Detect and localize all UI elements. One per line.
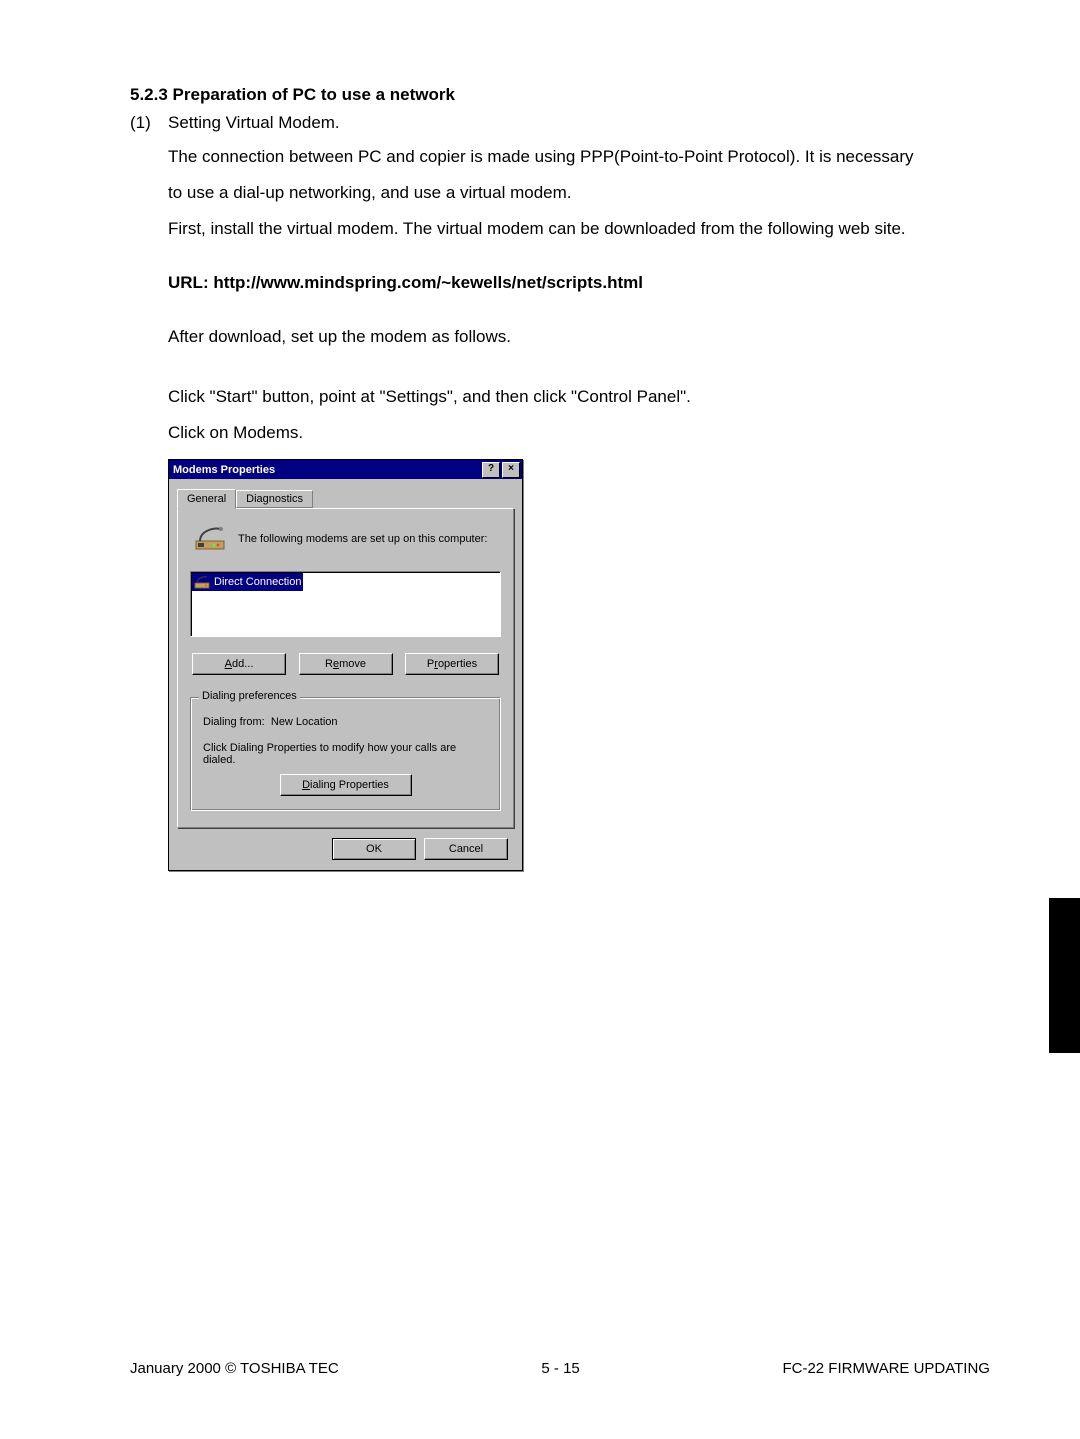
close-button[interactable]: × [502,462,520,478]
dialog-title: Modems Properties [173,464,275,476]
dialog-titlebar: Modems Properties ? × [169,460,522,479]
group-title: Dialing preferences [199,690,300,702]
side-page-tab [1049,898,1080,1053]
page-footer: January 2000 © TOSHIBA TEC 5 - 15 FC-22 … [130,1360,990,1377]
remove-button[interactable]: Remove [299,653,393,675]
footer-left: January 2000 © TOSHIBA TEC [130,1360,339,1377]
paragraph-4: Click "Start" button, point at "Settings… [168,381,990,413]
tab-strip: General Diagnostics [177,487,514,508]
paragraph-1-line-1: The connection between PC and copier is … [168,141,990,173]
dialing-properties-button[interactable]: Dialing Properties [280,774,412,796]
url-line: URL: http://www.mindspring.com/~kewells/… [168,273,990,293]
properties-button[interactable]: Properties [405,653,499,675]
cancel-button[interactable]: Cancel [424,838,508,860]
list-item-direct-connection[interactable]: Direct Connection [192,573,303,591]
modem-small-icon [194,574,210,590]
tab-general[interactable]: General [177,489,236,509]
list-title: Setting Virtual Modem. [168,113,340,133]
modems-listbox[interactable]: Direct Connection [190,571,501,637]
paragraph-2: First, install the virtual modem. The vi… [168,213,990,245]
tab-panel-general: The following modems are set up on this … [177,508,514,828]
modems-properties-dialog: Modems Properties ? × General Diagnostic… [168,459,523,871]
tab-diagnostics[interactable]: Diagnostics [236,490,313,508]
footer-right: FC-22 FIRMWARE UPDATING [782,1360,990,1377]
help-button[interactable]: ? [482,462,500,478]
list-item-label: Direct Connection [214,576,301,588]
add-button[interactable]: Add... [192,653,286,675]
dialing-from-label: Dialing from: [203,716,265,728]
dialing-hint: Click Dialing Properties to modify how y… [203,742,488,766]
ok-button[interactable]: OK [332,838,416,860]
dialing-from-value: New Location [271,716,338,728]
paragraph-5: Click on Modems. [168,417,990,449]
section-heading: 5.2.3 Preparation of PC to use a network [130,85,990,105]
dialing-preferences-group: Dialing preferences Dialing from: New Lo… [190,697,501,811]
dialog-intro-text: The following modems are set up on this … [238,533,487,545]
list-number: (1) [130,113,168,133]
paragraph-3: After download, set up the modem as foll… [168,321,990,353]
list-item-1: (1) Setting Virtual Modem. [130,113,990,133]
modem-icon [194,523,226,555]
paragraph-1-line-2: to use a dial-up networking, and use a v… [168,177,990,209]
footer-center: 5 - 15 [541,1360,579,1377]
